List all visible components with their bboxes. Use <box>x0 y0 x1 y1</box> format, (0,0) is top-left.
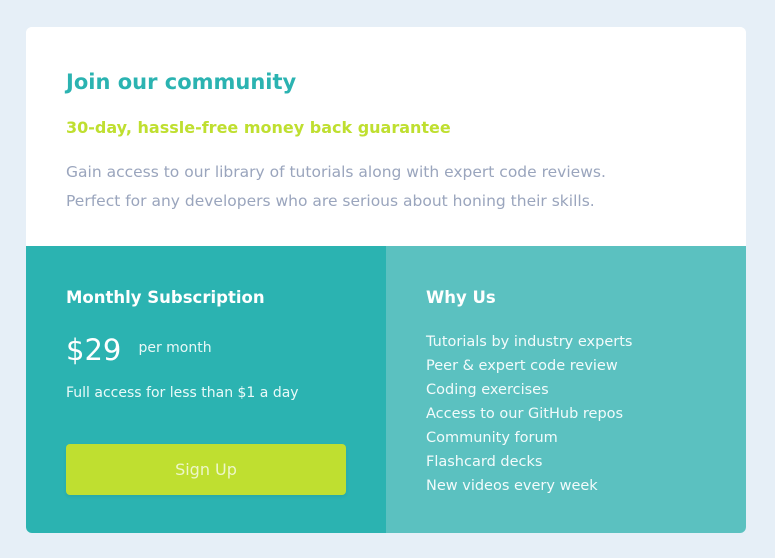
list-item: Peer & expert code review <box>426 358 618 374</box>
list-item: Flashcard decks <box>426 454 543 470</box>
price-row: $29 per month <box>66 330 212 370</box>
pricing-card: Join our community 30-day, hassle-free m… <box>26 27 746 533</box>
list-item: Tutorials by industry experts <box>426 334 633 350</box>
subscription-title: Monthly Subscription <box>66 288 265 307</box>
subscription-note: Full access for less than $1 a day <box>66 385 299 401</box>
price-value: $29 <box>66 333 122 367</box>
description-line: Perfect for any developers who are serio… <box>66 192 595 210</box>
description-text: Gain access to our library of tutorials … <box>66 158 726 216</box>
page-title: Join our community <box>66 70 297 94</box>
guarantee-text: 30-day, hassle-free money back guarantee <box>66 118 451 137</box>
list-item: New videos every week <box>426 478 598 494</box>
why-us-panel: Why Us Tutorials by industry experts Pee… <box>386 246 746 533</box>
why-us-list: Tutorials by industry experts Peer & exp… <box>426 330 632 498</box>
subscription-panel: Monthly Subscription $29 per month Full … <box>26 246 386 533</box>
list-item: Coding exercises <box>426 382 549 398</box>
sign-up-button[interactable]: Sign Up <box>66 444 346 495</box>
why-us-title: Why Us <box>426 288 496 307</box>
list-item: Community forum <box>426 430 558 446</box>
description-line: Gain access to our library of tutorials … <box>66 163 606 181</box>
list-item: Access to our GitHub repos <box>426 406 624 422</box>
price-period: per month <box>138 340 212 356</box>
intro-section: Join our community 30-day, hassle-free m… <box>26 27 746 246</box>
